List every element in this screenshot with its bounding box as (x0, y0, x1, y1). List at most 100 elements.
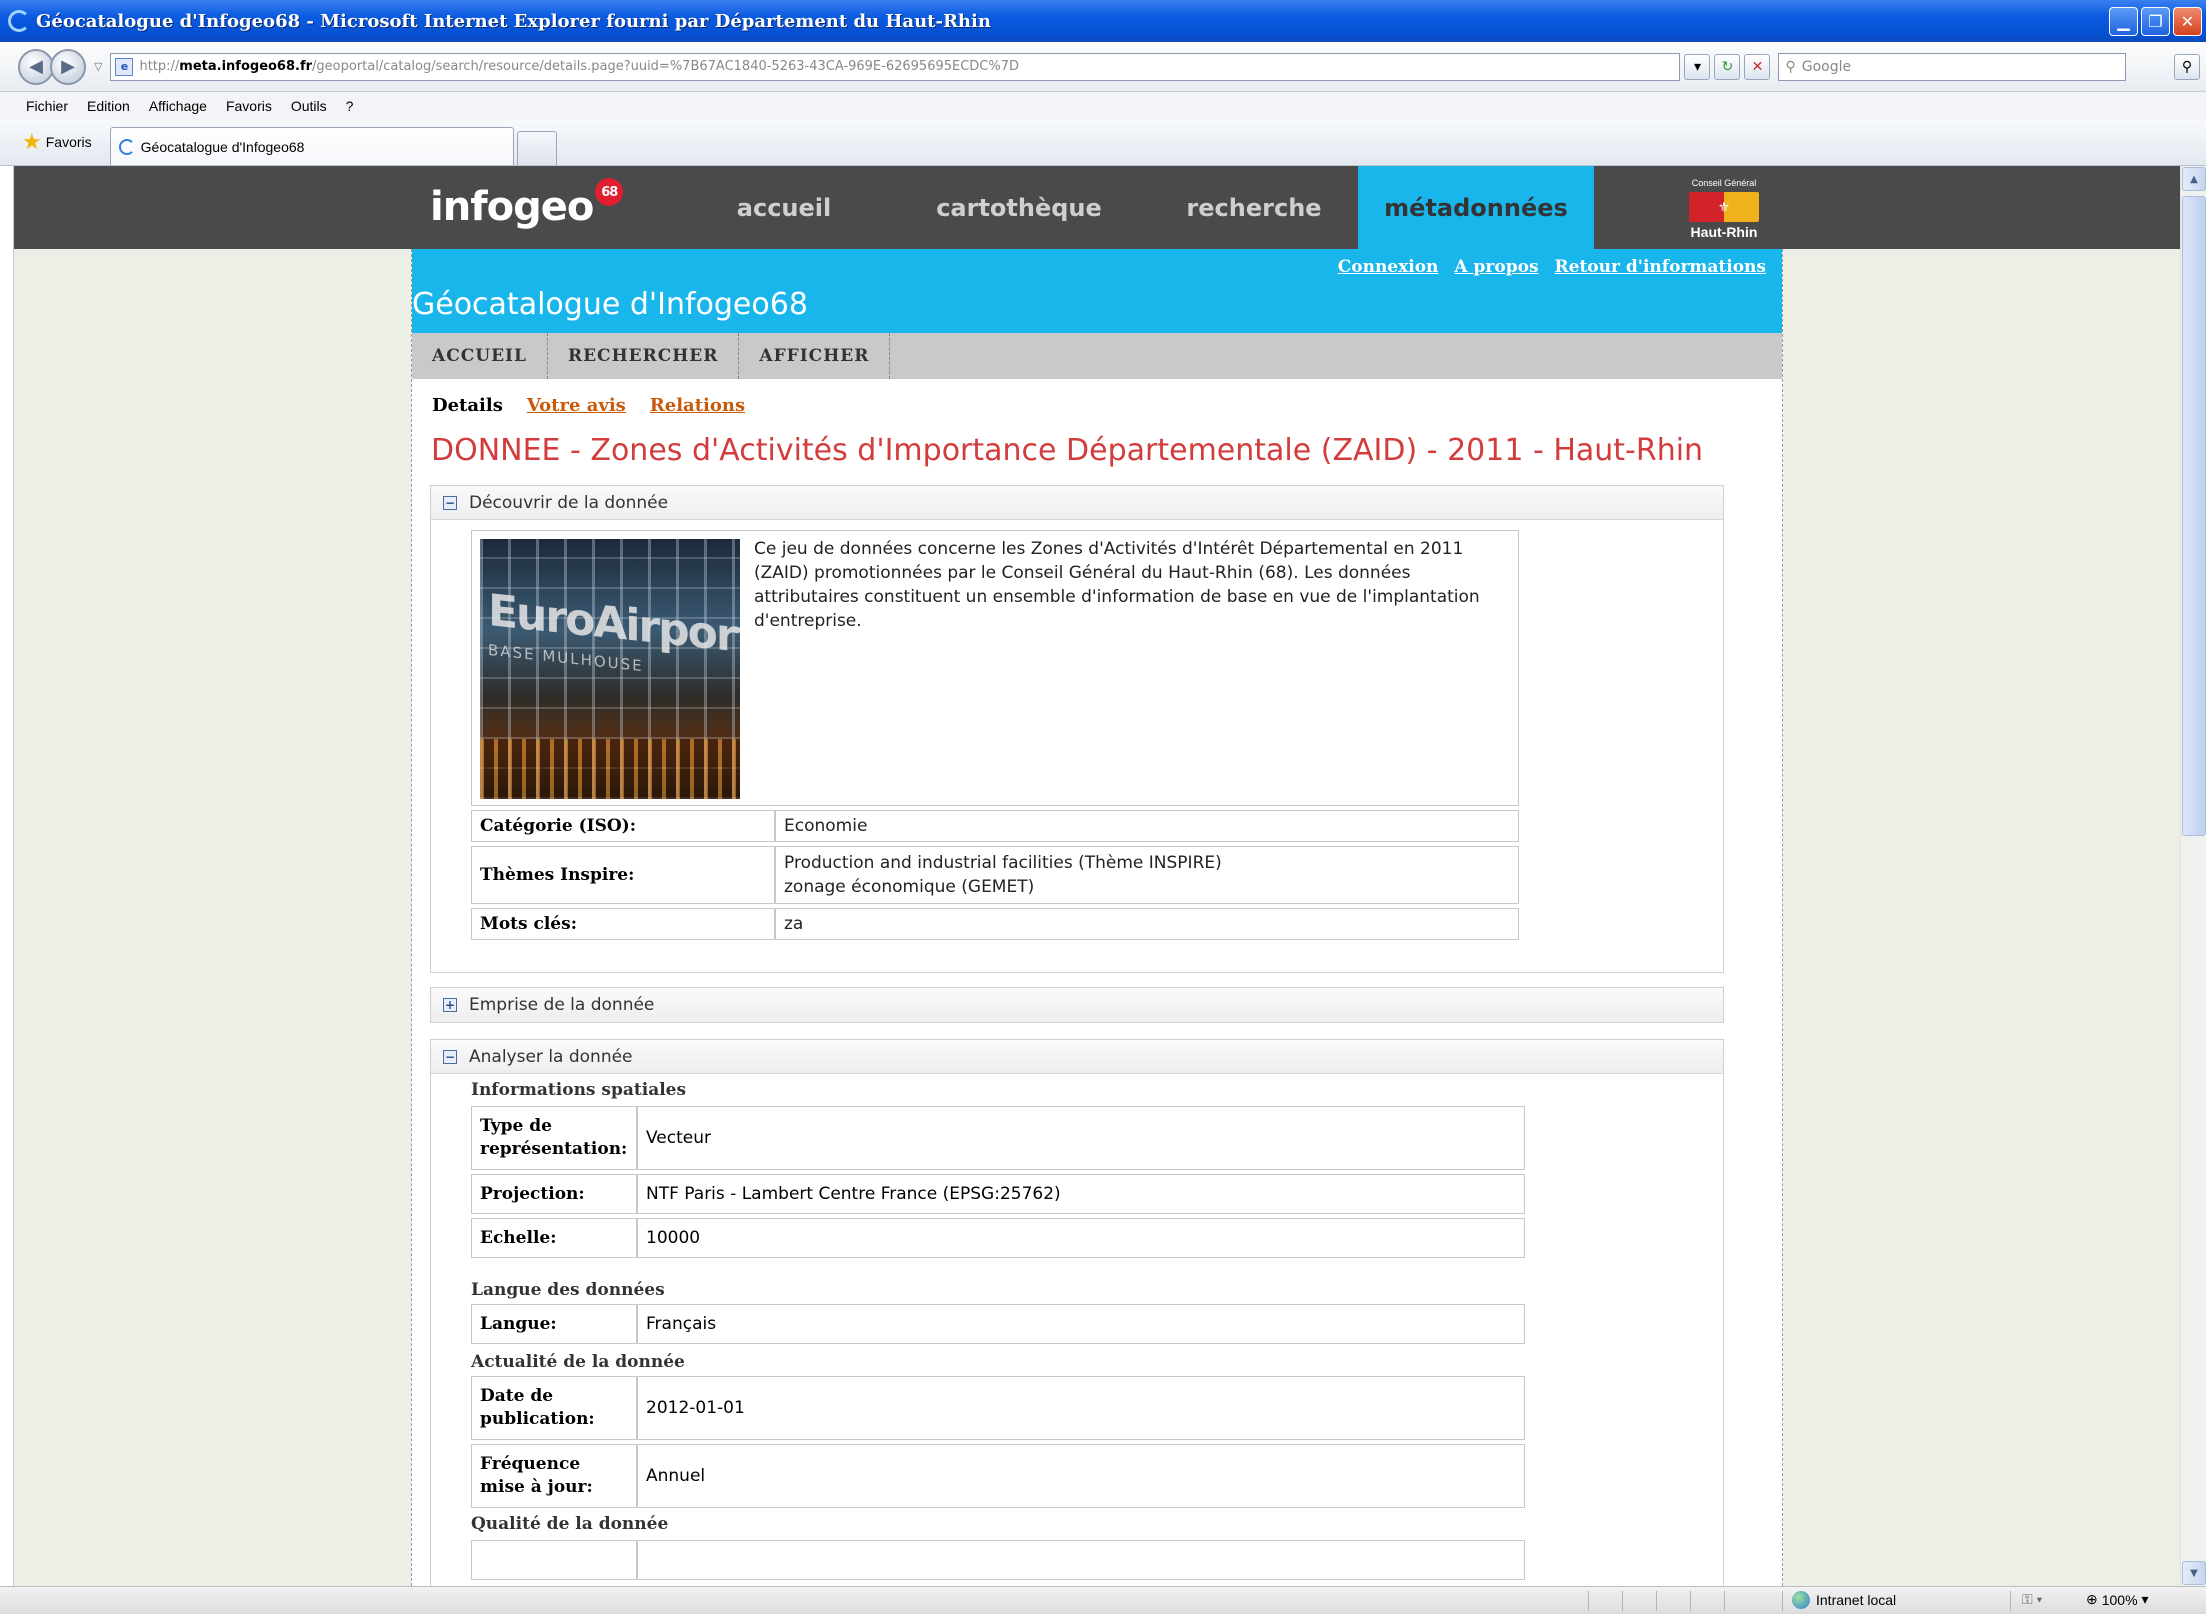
address-dropdown-button[interactable]: ▾ (1684, 53, 1711, 80)
table-row: Mots clés: za (471, 908, 1519, 940)
magnifier-icon: ⚲ (2181, 58, 2193, 75)
row-key: Mots clés: (471, 908, 775, 940)
zoom-icon: ⊕ (2086, 1591, 2098, 1607)
table-row (471, 1540, 1525, 1580)
row-value-cropped (637, 1540, 1525, 1580)
browser-tab[interactable]: Géocatalogue d'Infogeo68 (109, 127, 514, 165)
document-title: DONNEE - Zones d'Activités d'Importance … (431, 433, 1704, 468)
scroll-up-icon[interactable]: ▲ (2182, 167, 2206, 191)
nav-metadonnees[interactable]: métadonnées (1358, 166, 1594, 249)
menu-edition[interactable]: Edition (87, 98, 130, 114)
table-row: Echelle: 10000 (471, 1218, 1525, 1258)
maximize-button[interactable]: ❐ (2141, 7, 2170, 36)
url-path: /geoportal/catalog/search/resource/detai… (312, 59, 1020, 74)
top-links: Connexion A propos Retour d'informations (1338, 257, 1766, 277)
subnav-rechercher[interactable]: RECHERCHER (548, 333, 740, 379)
section-qualite: Qualité de la donnée (471, 1514, 669, 1534)
row-value: 2012-01-01 (637, 1376, 1525, 1440)
subnav-accueil[interactable]: ACCUEIL (412, 333, 548, 379)
refresh-button[interactable]: ↻ (1714, 53, 1741, 80)
table-row: Langue: Français (471, 1304, 1525, 1344)
zoom-control[interactable]: ⊕ 100% ▾ (2086, 1591, 2149, 1608)
row-value: Français (637, 1304, 1525, 1344)
panel-analyser-header[interactable]: − Analyser la donnée (431, 1040, 1723, 1074)
security-zone[interactable]: Intranet local (1792, 1591, 1896, 1609)
search-go-button[interactable]: ⚲ (2174, 53, 2200, 80)
tab-votre-avis[interactable]: Votre avis (527, 395, 626, 416)
chevron-down-icon: ▾ (2141, 1591, 2149, 1607)
menu-help[interactable]: ? (346, 98, 354, 114)
zoom-level: 100% (2101, 1591, 2138, 1608)
row-key-cropped (471, 1540, 637, 1580)
nav-cartotheque[interactable]: cartothèque (894, 166, 1144, 249)
menu-bar: Fichier Edition Affichage Favoris Outils… (0, 92, 2206, 120)
row-value-line: zonage économique (GEMET) (784, 877, 1035, 897)
overview-box: EuroAirport BASE MULHOUSE Ce jeu de donn… (471, 530, 1519, 806)
overview-table: Catégorie (ISO): Economie Thèmes Inspire… (471, 806, 1519, 944)
collapse-icon[interactable]: − (443, 495, 457, 510)
close-button[interactable]: ✕ (2173, 7, 2202, 36)
zone-label: Intranet local (1816, 1592, 1897, 1608)
tab-title: Géocatalogue d'Infogeo68 (140, 138, 305, 155)
apropos-link[interactable]: A propos (1454, 257, 1538, 277)
menu-outils[interactable]: Outils (291, 98, 327, 114)
row-key: Projection: (471, 1174, 637, 1214)
panel-emprise-title: Emprise de la donnée (469, 995, 655, 1015)
panel-analyser-title: Analyser la donnée (469, 1046, 633, 1067)
row-key: Echelle: (471, 1218, 637, 1258)
protected-mode-icon[interactable]: ⚿ ▾ (2022, 1591, 2042, 1608)
stop-button[interactable]: ✕ (1744, 53, 1771, 80)
nav-accueil[interactable]: accueil (674, 166, 894, 249)
nav-recherche[interactable]: recherche (1144, 166, 1364, 249)
conseil-general-logo[interactable]: Conseil Général ⚜ Haut-Rhin (1674, 178, 1774, 244)
intranet-icon (1792, 1591, 1810, 1609)
back-button[interactable]: ◀ (18, 48, 54, 85)
history-dropdown-icon[interactable]: ▽ (94, 60, 102, 73)
back-arrow-icon: ◀ (29, 56, 43, 77)
row-value-line: Production and industrial facilities (Th… (784, 853, 1222, 873)
menu-fichier[interactable]: Fichier (26, 98, 68, 114)
menu-affichage[interactable]: Affichage (149, 98, 207, 114)
search-icon: ⚲ (1785, 58, 1796, 75)
tab-details[interactable]: Details (432, 395, 503, 416)
row-value: Vecteur (637, 1106, 1525, 1170)
row-value: za (775, 908, 1519, 940)
row-value: Economie (775, 810, 1519, 842)
search-input[interactable]: ⚲ Google (1778, 52, 2127, 81)
haut-rhin-emblem-icon: ⚜ (1689, 192, 1759, 222)
chevron-down-icon: ▾ (1693, 58, 1701, 75)
collapse-icon[interactable]: − (443, 1049, 457, 1064)
left-frame-edge (0, 166, 14, 1586)
new-tab-button[interactable] (516, 131, 557, 165)
row-value-multi: Production and industrial facilities (Th… (775, 846, 1519, 904)
retour-informations-link[interactable]: Retour d'informations (1555, 257, 1766, 277)
panel-decouvrir: − Découvrir de la donnée EuroAirport BAS… (430, 485, 1724, 973)
tab-relations[interactable]: Relations (650, 395, 745, 416)
vertical-scrollbar[interactable]: ▲ ▼ (2180, 166, 2206, 1586)
logo-badge: 68 (595, 178, 624, 206)
table-row: Fréquence mise à jour: Annuel (471, 1444, 1525, 1508)
scroll-down-icon[interactable]: ▼ (2182, 1561, 2206, 1585)
subnav-afficher[interactable]: AFFICHER (739, 333, 891, 379)
catalog-title: Géocatalogue d'Infogeo68 (412, 287, 808, 322)
panel-decouvrir-title: Découvrir de la donnée (469, 492, 669, 513)
favorites-label: Favoris (45, 134, 92, 150)
menu-favoris[interactable]: Favoris (226, 98, 272, 114)
row-key: Type de représentation: (471, 1106, 637, 1170)
scroll-thumb[interactable] (2182, 196, 2206, 836)
connexion-link[interactable]: Connexion (1338, 257, 1439, 277)
row-key: Catégorie (ISO): (471, 810, 775, 842)
infogeo-logo[interactable]: infogeo 68 (430, 178, 624, 230)
ie-logo-icon (8, 10, 30, 32)
address-toolbar: ◀ ▶ ▽ e http://meta.infogeo68.fr/geoport… (0, 42, 2206, 92)
minimize-button[interactable]: ▁ (2109, 7, 2138, 36)
panel-emprise-header[interactable]: + Emprise de la donnée (431, 988, 1723, 1022)
table-row: Projection: NTF Paris - Lambert Centre F… (471, 1174, 1525, 1214)
forward-button[interactable]: ▶ (50, 48, 86, 85)
langue-table: Langue: Français (471, 1304, 1525, 1344)
cg-small-text: Conseil Général (1691, 178, 1757, 188)
panel-decouvrir-header[interactable]: − Découvrir de la donnée (431, 486, 1723, 520)
favorites-button[interactable]: ★ Favoris (22, 129, 92, 155)
address-input[interactable]: e http://meta.infogeo68.fr/geoportal/cat… (110, 52, 1681, 81)
expand-icon[interactable]: + (443, 998, 457, 1012)
